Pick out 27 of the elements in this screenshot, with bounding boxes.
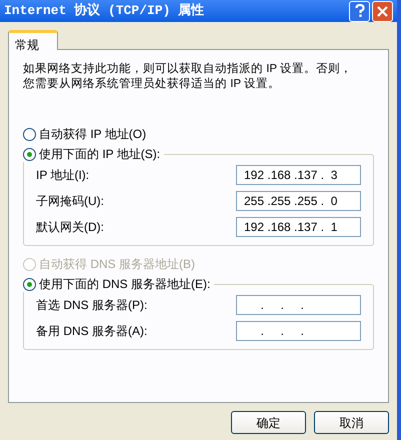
- help-button[interactable]: [349, 0, 370, 22]
- radio-label: 自动获得 IP 地址(O): [39, 126, 146, 143]
- ip-address-field[interactable]: . . .: [236, 321, 361, 341]
- ip-address-field[interactable]: 192 .168 .137 . 3: [236, 165, 361, 185]
- radio-label: 使用下面的 IP 地址(S):: [39, 146, 160, 163]
- ip-address-field[interactable]: . . .: [236, 295, 361, 315]
- radio-label: 自动获得 DNS 服务器地址(B): [39, 256, 195, 273]
- dialog-button[interactable]: 取消: [314, 411, 389, 434]
- field-label: 首选 DNS 服务器(P):: [36, 297, 148, 314]
- dialog-button[interactable]: 确定: [231, 411, 306, 434]
- description-text: 您需要从网络系统管理员处获得适当的 IP 设置。: [23, 77, 282, 92]
- window-title: Internet 协议 (TCP/IP) 属性: [4, 2, 206, 20]
- ip-address-field[interactable]: 255 .255 .255 . 0: [236, 191, 361, 211]
- ip-address-field[interactable]: 192 .168 .137 . 1: [236, 217, 361, 237]
- description-text: 如果网络支持此功能，则可以获取自动指派的 IP 设置。否则，: [23, 62, 354, 77]
- field-label: IP 地址(I):: [36, 167, 90, 184]
- tab[interactable]: 常规: [8, 30, 58, 50]
- field-label: 备用 DNS 服务器(A):: [36, 323, 148, 340]
- radio-button[interactable]: [23, 278, 36, 290]
- close-button[interactable]: [372, 0, 393, 22]
- field-label: 默认网关(D):: [36, 219, 104, 236]
- radio-button[interactable]: [23, 148, 36, 160]
- radio-button[interactable]: [23, 128, 36, 140]
- radio-label: 使用下面的 DNS 服务器地址(E):: [39, 276, 210, 293]
- field-label: 子网掩码(U):: [36, 193, 104, 210]
- close-icon: [377, 6, 388, 16]
- help-icon: [354, 4, 364, 18]
